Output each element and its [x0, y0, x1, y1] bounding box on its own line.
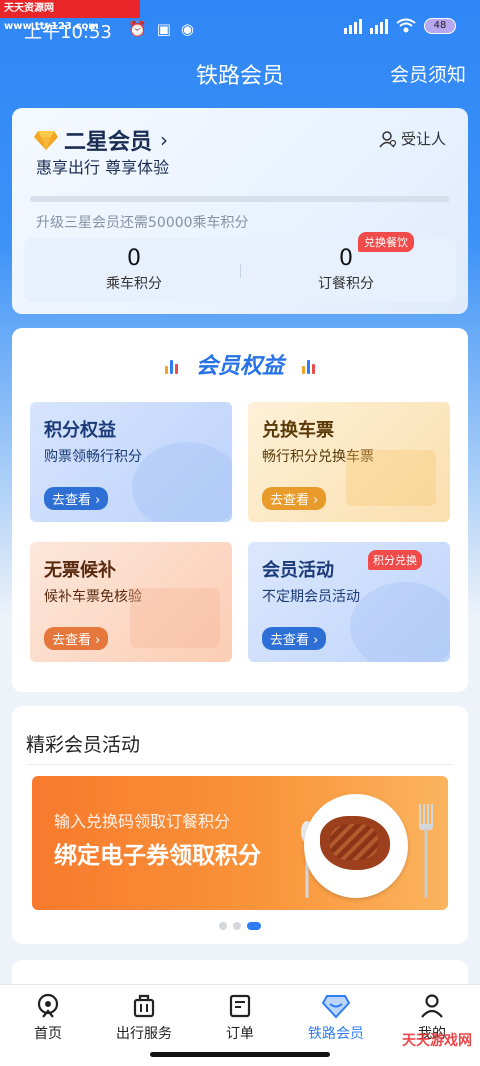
tab-label: 出行服务	[116, 1026, 172, 1042]
fork-icon	[419, 804, 433, 898]
ride-points[interactable]: 0 乘车积分	[34, 246, 234, 293]
ride-points-value: 0	[127, 246, 141, 271]
tier-slogan: 惠享出行 尊享体验	[36, 158, 170, 177]
decor-bars-icon	[165, 360, 179, 374]
ticket-icon	[346, 450, 436, 506]
user-icon	[379, 130, 397, 147]
activities-card: 精彩会员活动 输入兑换码领取订餐积分 绑定电子券领取积分	[12, 706, 468, 944]
upgrade-progress-bar	[30, 196, 450, 202]
points-box: 0 乘车积分 0 订餐积分 兑换餐饮	[24, 232, 456, 302]
view-button[interactable]: 去查看 ›	[262, 487, 327, 510]
benefits-card: 会员权益 积分权益 购票领畅行积分 去查看 › 兑换车票 畅行积分兑换车票 去查…	[12, 328, 468, 692]
signal-icon	[370, 18, 388, 34]
carousel-dot[interactable]	[233, 922, 241, 930]
tab-home[interactable]: 首页	[0, 993, 96, 1043]
assignee-button[interactable]: 受让人	[379, 128, 446, 149]
ticket-icon	[130, 588, 220, 648]
divider	[240, 264, 241, 278]
meal-points-value: 0	[339, 246, 353, 271]
activity-banner[interactable]: 输入兑换码领取订餐积分 绑定电子券领取积分	[32, 776, 448, 910]
diamond-icon	[322, 995, 350, 1019]
tab-orders[interactable]: 订单	[192, 993, 288, 1043]
benefits-title: 会员权益	[195, 354, 284, 379]
meal-points[interactable]: 0 订餐积分	[246, 246, 446, 293]
app-notification-icon: ◉	[180, 20, 194, 38]
tab-label: 订单	[226, 1026, 254, 1042]
banner-title: 绑定电子券领取积分	[54, 843, 261, 869]
tab-railway-member[interactable]: 铁路会员	[288, 993, 384, 1043]
banner-subtitle: 输入兑换码领取订餐积分	[54, 812, 231, 831]
points-exchange-badge: 积分兑换	[368, 550, 422, 570]
alarm-icon: ⏰	[128, 20, 147, 38]
tab-travel-service[interactable]: 出行服务	[96, 993, 192, 1043]
watermark-top: 天天资源网 www.tty123.com	[0, 0, 140, 32]
view-button[interactable]: 去查看 ›	[262, 627, 327, 650]
wifi-icon	[396, 18, 416, 33]
home-icon	[37, 993, 59, 1018]
benefit-tile-exchange-ticket[interactable]: 兑换车票 畅行积分兑换车票 去查看 ›	[248, 402, 450, 522]
diamond-icon	[34, 131, 58, 150]
steak-plate-icon	[304, 794, 408, 898]
nav-bar: 铁路会员 会员须知	[0, 50, 480, 94]
home-indicator	[150, 1052, 330, 1057]
ride-points-label: 乘车积分	[106, 276, 162, 292]
member-notice-link[interactable]: 会员须知	[390, 60, 466, 87]
carousel-dot-active[interactable]	[247, 922, 261, 930]
view-button[interactable]: 去查看 ›	[44, 487, 109, 510]
tile-title: 无票候补	[44, 560, 116, 581]
battery-icon: 48	[424, 18, 456, 34]
upgrade-text: 升级三星会员还需50000乘车积分	[36, 215, 249, 231]
view-button[interactable]: 去查看 ›	[44, 627, 109, 650]
assignee-label: 受让人	[400, 130, 446, 148]
tile-title: 积分权益	[44, 420, 116, 441]
activities-title: 精彩会员活动	[26, 734, 141, 756]
watermark-bottom: 天天游戏网	[402, 1033, 472, 1049]
carousel-dot[interactable]	[219, 922, 227, 930]
luggage-icon	[133, 994, 155, 1018]
carousel-indicator	[12, 922, 468, 930]
tab-label: 铁路会员	[308, 1026, 364, 1042]
benefit-tile-points[interactable]: 积分权益 购票领畅行积分 去查看 ›	[30, 402, 232, 522]
user-icon	[421, 994, 443, 1018]
divider	[26, 764, 454, 765]
tile-title: 兑换车票	[262, 420, 334, 441]
order-icon	[229, 994, 251, 1018]
exchange-meal-badge[interactable]: 兑换餐饮	[358, 232, 414, 252]
meal-points-label: 订餐积分	[318, 276, 374, 292]
benefit-tile-member-activity[interactable]: 会员活动 不定期会员活动 积分兑换 去查看 ›	[248, 542, 450, 662]
member-card: 二星会员 › 惠享出行 尊享体验 受让人 升级三星会员还需50000乘车积分 0…	[12, 108, 468, 314]
tier-link[interactable]: 二星会员 ›	[34, 124, 168, 156]
chevron-right-icon: ›	[160, 128, 169, 152]
tab-label: 首页	[34, 1026, 62, 1042]
signal-icon	[344, 18, 362, 34]
tier-name: 二星会员	[64, 130, 153, 155]
benefit-tile-waitlist[interactable]: 无票候补 候补车票免核验 去查看 ›	[30, 542, 232, 662]
app-notification-icon: ▣	[156, 20, 171, 38]
decor-bars-icon	[301, 360, 315, 374]
